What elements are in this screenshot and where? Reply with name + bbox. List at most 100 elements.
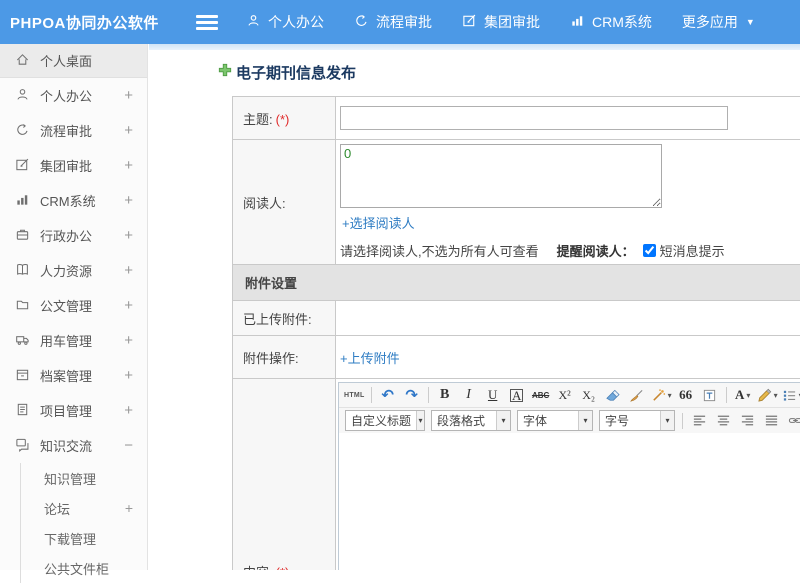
paste-text-button[interactable] <box>699 385 721 406</box>
nav-group-approval[interactable]: 集团审批 <box>462 12 540 32</box>
sidebar-item-projects[interactable]: 项目管理 + <box>0 393 147 428</box>
sidebar-item-workflow-approval[interactable]: 流程审批 + <box>0 113 147 148</box>
document-list-icon <box>15 402 30 420</box>
header-nav: 个人办公 流程审批 集团审批 CRM系统 更多应用 ▼ <box>246 12 785 32</box>
book-icon <box>15 262 30 280</box>
refresh-icon <box>354 13 376 31</box>
expand-plus[interactable]: + <box>124 87 133 104</box>
readers-textarea[interactable]: 0 <box>340 144 662 208</box>
refresh-icon <box>15 122 30 140</box>
user-icon <box>15 87 30 105</box>
user-icon <box>246 13 268 31</box>
main-content: 电子期刊信息发布 主题:(*) 阅读人: 0 +选择阅读人 请选择阅读人,不选为… <box>149 44 800 570</box>
align-justify-button[interactable] <box>760 410 782 431</box>
sidebar-item-personal-office[interactable]: 个人办公 + <box>0 78 147 113</box>
expand-plus[interactable]: + <box>124 297 133 314</box>
subject-input[interactable] <box>340 106 728 130</box>
edit-square-icon <box>462 13 484 31</box>
attachment-ops-label-cell: 附件操作: <box>233 336 336 379</box>
sidebar-item-group-approval[interactable]: 集团审批 + <box>0 148 147 183</box>
expand-plus[interactable]: + <box>124 402 133 419</box>
sidebar-item-knowledge[interactable]: 知识交流 − <box>0 428 147 463</box>
upload-attachment-link[interactable]: +上传附件 <box>340 351 400 366</box>
ordered-list-button[interactable]: ▾ <box>781 385 800 406</box>
sidebar-item-admin-office[interactable]: 行政办公 + <box>0 218 147 253</box>
expand-plus[interactable]: + <box>124 262 133 279</box>
font-border-button[interactable]: A <box>506 385 528 406</box>
font-family-select[interactable]: 字体▾ <box>517 410 593 431</box>
html-source-button[interactable]: HTML <box>343 385 366 406</box>
truck-icon <box>15 332 30 350</box>
format-painter-button[interactable] <box>626 385 648 406</box>
sidebar-item-desktop[interactable]: 个人桌面 <box>0 44 147 78</box>
attachments-section-header: 附件设置 <box>233 265 800 301</box>
uploaded-attachments-label-cell: 已上传附件: <box>233 301 336 336</box>
expand-plus[interactable]: + <box>124 122 133 139</box>
caret-down-icon: ▼ <box>746 17 755 27</box>
paragraph-format-select[interactable]: 段落格式▾ <box>431 410 511 431</box>
redo-button[interactable]: ↷ <box>401 385 423 406</box>
sms-remind-checkbox[interactable] <box>643 244 656 257</box>
sms-remind-label: 短消息提示 <box>660 241 725 260</box>
publish-form: 主题:(*) 阅读人: 0 +选择阅读人 请选择阅读人,不选为所有人可查看 提醒… <box>232 96 800 570</box>
sidebar-item-crm[interactable]: CRM系统 + <box>0 183 147 218</box>
archive-icon <box>15 367 30 385</box>
editor-content-area[interactable] <box>339 433 800 570</box>
nav-workflow-approval[interactable]: 流程审批 <box>354 12 432 32</box>
expand-plus[interactable]: + <box>124 227 133 244</box>
align-left-button[interactable] <box>688 410 710 431</box>
menu-toggle-icon[interactable] <box>196 15 218 30</box>
superscript-button[interactable]: X² <box>554 385 576 406</box>
expand-plus[interactable]: + <box>124 332 133 349</box>
top-header: PHPOA协同办公软件 个人办公 流程审批 集团审批 CRM系统 更多应用 ▼ <box>0 0 800 44</box>
sidebar-subitem-forum[interactable]: 论坛 + <box>21 493 147 523</box>
expand-plus[interactable]: + <box>124 367 133 384</box>
nav-more-apps[interactable]: 更多应用 ▼ <box>682 12 755 32</box>
choose-readers-link[interactable]: +选择阅读人 <box>342 216 415 231</box>
add-green-icon <box>218 63 236 82</box>
content-label-cell: 内容:(*) <box>233 379 336 571</box>
strikethrough-button[interactable]: ABC <box>530 385 552 406</box>
sidebar-subitem-public-cabinet[interactable]: 公共文件柜 <box>21 553 147 583</box>
rich-text-editor: HTML ↶ ↷ B I U A ABC X² X₂ ▾ <box>338 382 800 570</box>
expand-plus[interactable]: + <box>124 157 133 174</box>
font-size-select[interactable]: 字号▾ <box>599 410 675 431</box>
app-logo: PHPOA协同办公软件 <box>0 12 196 33</box>
sidebar-subitem-knowledge-mgmt[interactable]: 知识管理 <box>21 463 147 493</box>
content-top-strip <box>149 44 800 50</box>
nav-personal-office[interactable]: 个人办公 <box>246 12 324 32</box>
sidebar: 个人桌面 个人办公 + 流程审批 + 集团审批 + CRM系统 + 行政办公 +… <box>0 44 148 570</box>
bar-chart-icon <box>15 192 30 210</box>
insert-link-button[interactable] <box>784 410 800 431</box>
briefcase-icon <box>15 227 30 245</box>
subscript-button[interactable]: X₂ <box>578 385 600 406</box>
collapse-minus[interactable]: − <box>124 437 133 454</box>
sidebar-item-documents[interactable]: 公文管理 + <box>0 288 147 323</box>
editor-toolbar-row2: 自定义标题▾ 段落格式▾ 字体▾ 字号▾ <box>339 408 800 433</box>
align-center-button[interactable] <box>712 410 734 431</box>
autoformat-wand-button[interactable]: ▾ <box>650 385 673 406</box>
sidebar-item-archives[interactable]: 档案管理 + <box>0 358 147 393</box>
page-title: 电子期刊信息发布 <box>236 62 356 83</box>
sidebar-item-vehicles[interactable]: 用车管理 + <box>0 323 147 358</box>
knowledge-submenu: 知识管理 论坛 + 下载管理 公共文件柜 <box>20 463 147 583</box>
sidebar-subitem-downloads[interactable]: 下载管理 <box>21 523 147 553</box>
bold-button[interactable]: B <box>434 385 456 406</box>
home-icon <box>15 52 30 70</box>
italic-button[interactable]: I <box>458 385 480 406</box>
heading-select[interactable]: 自定义标题▾ <box>345 410 425 431</box>
expand-plus[interactable]: + <box>125 500 133 516</box>
align-right-button[interactable] <box>736 410 758 431</box>
undo-button[interactable]: ↶ <box>377 385 399 406</box>
sidebar-item-hr[interactable]: 人力资源 + <box>0 253 147 288</box>
readers-label-cell: 阅读人: <box>233 140 336 265</box>
underline-button[interactable]: U <box>482 385 504 406</box>
blockquote-button[interactable]: 66 <box>675 385 697 406</box>
remind-readers-label: 提醒阅读人： <box>557 241 635 260</box>
nav-crm-system[interactable]: CRM系统 <box>570 12 652 32</box>
required-mark: (*) <box>276 565 290 570</box>
font-color-button[interactable]: A▾ <box>732 385 754 406</box>
expand-plus[interactable]: + <box>124 192 133 209</box>
eraser-button[interactable] <box>602 385 624 406</box>
highlight-color-button[interactable]: ▾ <box>756 385 779 406</box>
